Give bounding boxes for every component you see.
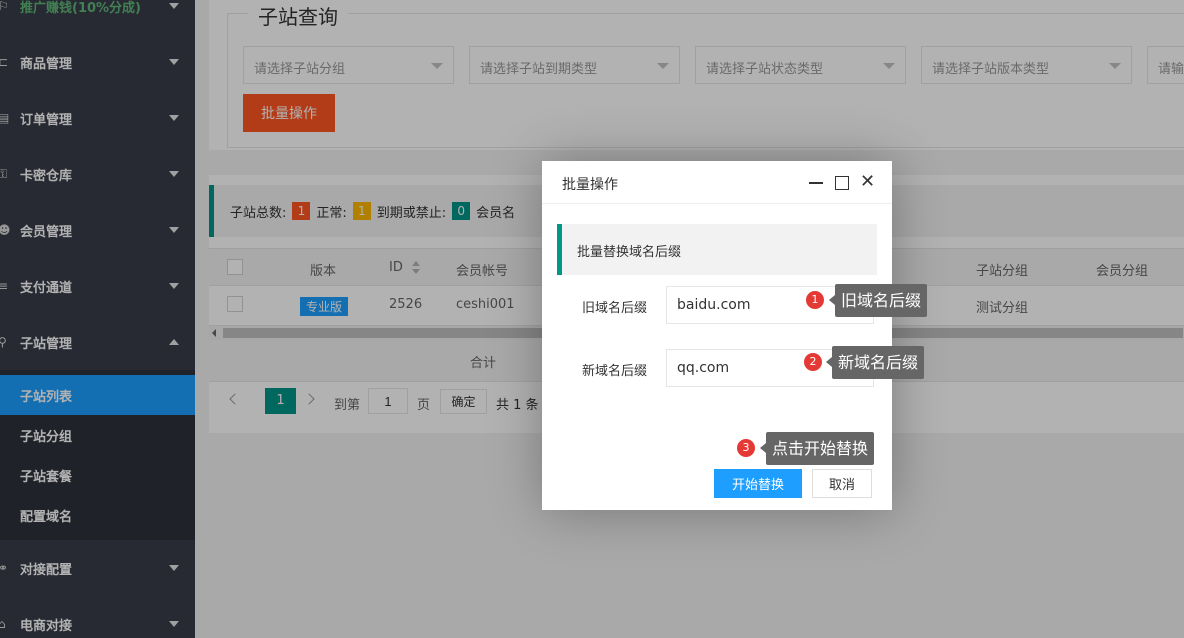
maximize-icon[interactable]: [835, 176, 849, 190]
modal-title: 批量操作: [562, 177, 618, 193]
annotation-tip-1: 旧域名后缀: [828, 284, 928, 317]
annotation-number-1: 1: [806, 291, 824, 309]
annotation-number-3: 3: [737, 439, 755, 457]
annotation-number-2: 2: [804, 353, 822, 371]
annotation-tip-3: 点击开始替换: [759, 432, 875, 465]
new-suffix-label: 新域名后缀: [582, 364, 648, 379]
cancel-button[interactable]: 取消: [812, 469, 872, 498]
section-title: 批量替换域名后缀: [577, 245, 682, 260]
annotation-tip-2: 新域名后缀: [825, 346, 925, 379]
modal-header: 批量操作 ✕: [542, 161, 892, 204]
minimize-icon[interactable]: [809, 182, 823, 184]
old-suffix-label: 旧域名后缀: [582, 301, 648, 316]
start-replace-button[interactable]: 开始替换: [714, 469, 802, 498]
close-icon[interactable]: ✕: [860, 173, 876, 191]
modal-section: 批量替换域名后缀: [557, 224, 877, 275]
